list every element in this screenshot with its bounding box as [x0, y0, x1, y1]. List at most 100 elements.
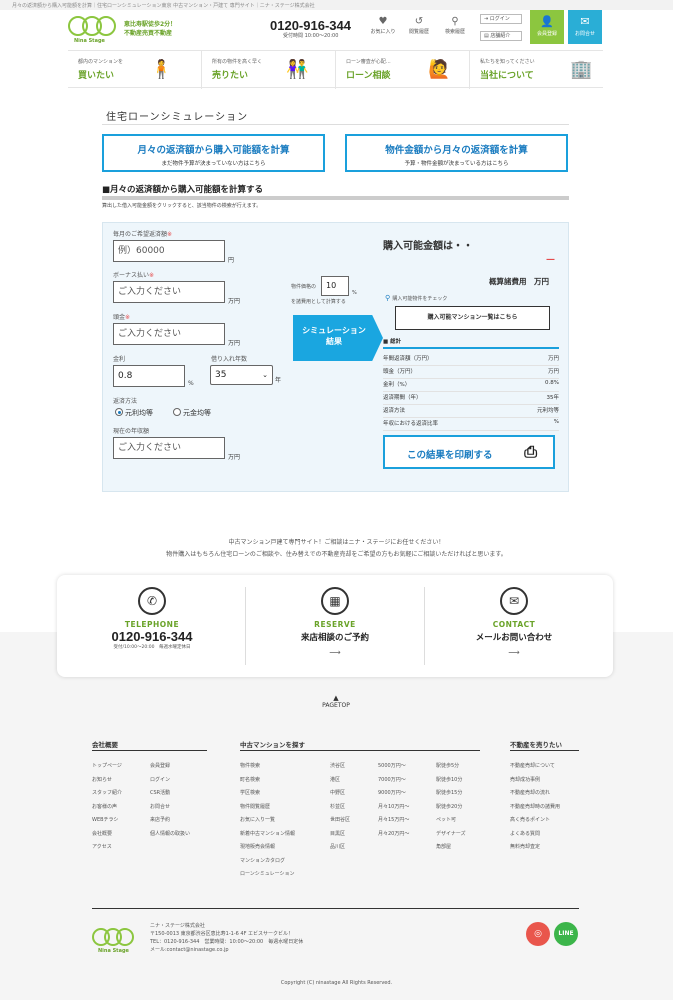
- search-history-link[interactable]: ⚲ 検索履歴: [440, 16, 470, 35]
- footer-link[interactable]: WEBチラシ: [92, 816, 118, 823]
- footer-link[interactable]: お客様の声: [92, 803, 117, 810]
- nav-buy[interactable]: 都内のマンションを 買いたい 🧍: [68, 51, 202, 89]
- contact-button[interactable]: ✉ お問合せ: [568, 10, 602, 44]
- favorites-link[interactable]: ♥ お気に入り: [368, 16, 398, 35]
- footer-link[interactable]: マンションカタログ: [240, 857, 285, 864]
- instagram-icon[interactable]: ◎: [526, 922, 550, 946]
- footer-link[interactable]: 現地販売会情報: [240, 843, 275, 850]
- nav-about[interactable]: 私たちを知ってください 当社について 🏢: [470, 51, 603, 89]
- footer-link[interactable]: ログイン: [150, 776, 170, 783]
- history-link[interactable]: ↺ 閲覧履歴: [404, 16, 434, 35]
- footer-link[interactable]: 月々15万円〜: [378, 816, 409, 823]
- header-phone[interactable]: 0120-916-344: [270, 18, 351, 33]
- nav-loan[interactable]: ローン審査が心配… ローン相談 🙋: [336, 51, 470, 89]
- arrow-right-icon: ⟶: [508, 648, 520, 657]
- site-logo[interactable]: [68, 16, 118, 38]
- footer-link[interactable]: CSR活動: [150, 789, 170, 796]
- footer-link[interactable]: 7000万円〜: [378, 776, 406, 783]
- footer-link[interactable]: 会員登録: [150, 762, 170, 769]
- footer-link[interactable]: 不動産売却の流れ: [510, 789, 550, 796]
- footer-link[interactable]: 目黒区: [330, 830, 345, 837]
- footer-link[interactable]: 渋谷区: [330, 762, 345, 769]
- footer-link[interactable]: 無料売却査定: [510, 843, 540, 850]
- consult-person-icon: 🙋: [428, 59, 451, 80]
- footer-link[interactable]: 売却成功事例: [510, 776, 540, 783]
- contact-mail[interactable]: ✉ CONTACT メールお問い合わせ ⟶: [424, 587, 604, 667]
- footer-link[interactable]: 月々20万円〜: [378, 830, 409, 837]
- contact-telephone[interactable]: ✆ TELEPHONE 0120-916-344 受付/10:00〜20:00 …: [62, 587, 242, 667]
- footer-link[interactable]: 杉並区: [330, 803, 345, 810]
- footer-link[interactable]: デザイナーズ: [436, 830, 466, 837]
- footer-link[interactable]: 新着中古マンション情報: [240, 830, 295, 837]
- monthly-payment-input[interactable]: 例）60000: [113, 240, 225, 262]
- footer-link[interactable]: 世田谷区: [330, 816, 350, 823]
- footer-logo-text: Nina Stage: [98, 948, 129, 954]
- footer-logo[interactable]: Nina Stage: [92, 928, 142, 954]
- pagetop-link[interactable]: ▲ PAGETOP: [314, 694, 358, 709]
- method-radio-equal-payment[interactable]: 元利均等: [115, 408, 153, 418]
- footer-link[interactable]: 駅徒歩15分: [436, 789, 462, 796]
- footer-link[interactable]: 中野区: [330, 789, 345, 796]
- tab-monthly-sub: まだ物件予算が決まっていない方はこちら: [161, 161, 266, 167]
- print-result-button[interactable]: この結果を印刷する ⎙: [383, 435, 555, 469]
- tab-price-sub: 予算・物件金額が決まっている方はこちら: [404, 161, 509, 167]
- down-payment-input[interactable]: ご入力ください: [113, 323, 225, 345]
- footer-link[interactable]: 会社概要: [92, 830, 112, 837]
- cost-percent-input[interactable]: 10: [321, 276, 349, 296]
- footer-link[interactable]: アクセス: [92, 843, 112, 850]
- history-icon: ↺: [414, 16, 424, 27]
- footer-link[interactable]: 個人情報の取扱い: [150, 830, 190, 837]
- member-register-label: 会員登録: [536, 31, 557, 37]
- footer-link[interactable]: 不動産売却について: [510, 762, 555, 769]
- header-tagline: 恵比寿駅徒歩2分！ 不動産売買不動産: [124, 20, 176, 38]
- footer-link[interactable]: 来店予約: [150, 816, 170, 823]
- rate-input[interactable]: 0.8: [113, 365, 185, 387]
- radio-empty-icon: [173, 408, 181, 416]
- footer-link[interactable]: お気に入り一覧: [240, 816, 275, 823]
- footer-link[interactable]: 月々10万円〜: [378, 803, 409, 810]
- years-select[interactable]: 35 ⌄: [210, 365, 273, 385]
- footer-link[interactable]: ローンシミュレーション: [240, 870, 295, 877]
- footer-link[interactable]: 駅徒歩20分: [436, 803, 462, 810]
- footer-company-info: ニナ・ステージ株式会社 〒150-0013 東京都渋谷区恵比寿1-1-6 4F …: [150, 922, 303, 954]
- nav-sell[interactable]: 所有の物件を高く早く 売りたい 👫: [202, 51, 336, 89]
- footer-link[interactable]: トップページ: [92, 762, 122, 769]
- nav-buy-main: 買いたい: [78, 71, 115, 81]
- calendar-icon: ▦: [321, 587, 349, 615]
- simulate-button[interactable]: シミュレーション 結果: [293, 315, 383, 361]
- store-button[interactable]: ▤ 店舗紹介: [480, 31, 522, 41]
- footer-link[interactable]: 不動産売却時の諸費用: [510, 803, 560, 810]
- footer-link[interactable]: 物件閲覧履歴: [240, 803, 270, 810]
- footer-link[interactable]: 港区: [330, 776, 340, 783]
- footer-link[interactable]: 5000万円〜: [378, 762, 406, 769]
- footer-col1-heading: 会社概要: [92, 741, 118, 749]
- footer-link[interactable]: ペット可: [436, 816, 456, 823]
- footer-link[interactable]: 角部屋: [436, 843, 451, 850]
- method-radio-equal-principal[interactable]: 元金均等: [173, 408, 211, 418]
- login-button[interactable]: ⇥ ログイン: [480, 14, 522, 24]
- footer-link[interactable]: 学区検索: [240, 789, 260, 796]
- available-list-button[interactable]: 購入可能マンション一覧はこちら: [395, 306, 550, 330]
- footer-link[interactable]: よくある質問: [510, 830, 540, 837]
- footer-link[interactable]: 町名検索: [240, 776, 260, 783]
- member-register-button[interactable]: 👤 会員登録: [530, 10, 564, 44]
- footer-link[interactable]: 品川区: [330, 843, 345, 850]
- footer-link[interactable]: 高く売るポイント: [510, 816, 550, 823]
- footer-link[interactable]: お問合せ: [150, 803, 170, 810]
- footer-link[interactable]: 9000万円〜: [378, 789, 406, 796]
- contact-reserve[interactable]: ▦ RESERVE 来店相談のご予約 ⟶: [245, 587, 425, 667]
- footer-link[interactable]: 駅徒歩10分: [436, 776, 462, 783]
- footer-link[interactable]: 駅徒歩5分: [436, 762, 459, 769]
- login-label: ログイン: [489, 16, 510, 22]
- bonus-unit: 万円: [228, 298, 241, 305]
- tab-price-to-monthly[interactable]: 物件金額から月々の返済額を計算 予算・物件金額が決まっている方はこちら: [345, 134, 568, 172]
- footer-link[interactable]: お知らせ: [92, 776, 112, 783]
- footer-link[interactable]: スタッフ紹介: [92, 789, 122, 796]
- bonus-input[interactable]: ご入力ください: [113, 281, 225, 303]
- line-icon[interactable]: LINE: [554, 922, 578, 946]
- footer-link[interactable]: 物件検索: [240, 762, 260, 769]
- nav-loan-main: ローン相談: [346, 71, 391, 81]
- years-label: 借り入れ年数: [211, 356, 248, 363]
- tab-monthly-to-price[interactable]: 月々の返済額から購入可能額を計算 まだ物件予算が決まっていない方はこちら: [102, 134, 325, 172]
- income-input[interactable]: ご入力ください: [113, 437, 225, 459]
